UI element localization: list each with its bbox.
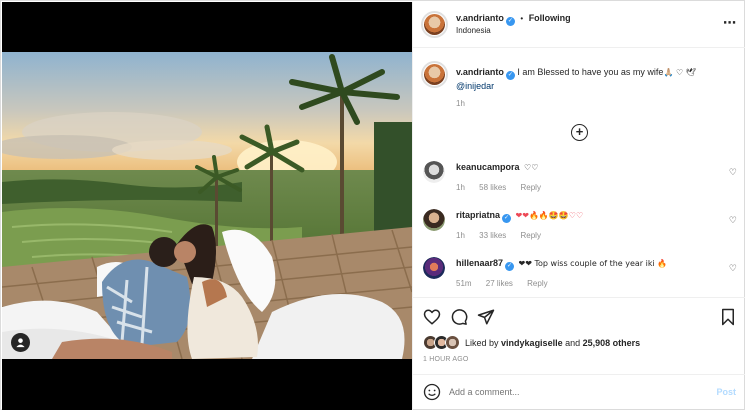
post-photo[interactable] [2, 52, 412, 359]
comment-reply-button[interactable]: Reply [527, 279, 547, 288]
user-icon [16, 338, 25, 348]
comment-bubble-icon[interactable] [450, 308, 468, 326]
comment-likes[interactable]: 33 likes [479, 231, 506, 240]
save-bookmark-icon[interactable] [720, 308, 736, 326]
comment-body: ❤❤ Top wiss couple of the year iki 🔥 [518, 259, 668, 268]
like-heart-icon[interactable] [423, 308, 441, 326]
comment-body: ♡♡ [524, 163, 539, 172]
comment-body: ❤❤🔥🔥🤩🤩♡♡ [515, 211, 584, 220]
comment-avatar[interactable] [423, 209, 445, 231]
liked-by-prefix: Liked by [465, 338, 499, 348]
post-timestamp[interactable]: 1 HOUR AGO [423, 356, 469, 363]
comment-meta: 1h 58 likes Reply [456, 183, 553, 192]
caption-avatar[interactable] [421, 61, 448, 88]
post-dialog: v.andrianto ✓ • Following Indonesia ⋯ v.a… [0, 0, 745, 410]
comment-likes[interactable]: 27 likes [486, 279, 513, 288]
post-header: v.andrianto ✓ • Following Indonesia ⋯ [413, 2, 745, 48]
comment-avatar[interactable] [423, 161, 445, 183]
comment-item: hillenaar87 ✓ ❤❤ Top wiss couple of the y… [413, 255, 745, 295]
liked-by-others[interactable]: 25,908 others [583, 338, 641, 348]
caption: v.andrianto ✓ I am Blessed to have you as… [413, 60, 745, 110]
post-side-panel: v.andrianto ✓ • Following Indonesia ⋯ v.a… [412, 2, 745, 410]
separator-dot: • [520, 14, 524, 23]
comment-likes[interactable]: 58 likes [479, 183, 506, 192]
liked-by-avatars[interactable] [423, 335, 463, 351]
comment-item: ritapriatna ✓ ❤❤🔥🔥🤩🤩♡♡ 1h 33 likes Reply … [413, 207, 745, 247]
emoji-smiley-icon[interactable] [423, 383, 441, 401]
verified-badge-icon: ✓ [505, 17, 515, 26]
author-username[interactable]: v.andrianto [456, 13, 504, 23]
comment-like-heart-icon[interactable]: ♡ [729, 263, 737, 274]
caption-emoji: 🙏🏼 ♡ 🕊 [663, 68, 696, 77]
comment-username[interactable]: ritapriatna [456, 210, 500, 220]
caption-author[interactable]: v.andrianto [456, 67, 504, 77]
caption-time[interactable]: 1h [456, 99, 465, 108]
comment-meta: 1h 33 likes Reply [456, 231, 553, 240]
load-more-comments-icon[interactable]: + [571, 124, 588, 141]
comment-text: keanucampora ♡♡ [456, 162, 538, 172]
post-comment-button[interactable]: Post [716, 387, 736, 397]
add-comment-bar: Post [413, 374, 745, 409]
comment-meta: 51m 27 likes Reply [456, 279, 560, 288]
comment-like-heart-icon[interactable]: ♡ [729, 167, 737, 178]
comment-text: hillenaar87 ✓ ❤❤ Top wiss couple of the y… [456, 258, 667, 271]
author-avatar[interactable] [421, 11, 448, 38]
comment-reply-button[interactable]: Reply [521, 183, 541, 192]
comment-text: ritapriatna ✓ ❤❤🔥🔥🤩🤩♡♡ [456, 210, 583, 223]
following-button[interactable]: Following [529, 13, 571, 23]
caption-mention[interactable]: @inijedar [456, 81, 494, 91]
comment-item: keanucampora ♡♡ 1h 58 likes Reply ♡ [413, 159, 745, 199]
comment-username[interactable]: keanucampora [456, 162, 520, 172]
caption-body: I am Blessed to have you as my wife [517, 67, 664, 77]
comment-like-heart-icon[interactable]: ♡ [729, 215, 737, 226]
comment-time[interactable]: 1h [456, 183, 465, 192]
liked-by-and: and [565, 338, 581, 348]
post-media[interactable] [2, 2, 412, 410]
comment-username[interactable]: hillenaar87 [456, 258, 503, 268]
add-comment-input[interactable] [449, 383, 699, 401]
verified-badge-icon: ✓ [502, 214, 512, 223]
verified-badge-icon: ✓ [505, 262, 515, 271]
caption-text: v.andrianto ✓ I am Blessed to have you as… [456, 66, 736, 92]
share-paper-plane-icon[interactable] [477, 308, 495, 326]
author-line: v.andrianto ✓ • Following [456, 13, 571, 26]
post-actions: Liked by vindykagiselle and 25,908 other… [413, 297, 745, 409]
liked-by-user[interactable]: vindykagiselle [501, 338, 563, 348]
tagged-users-button[interactable] [11, 333, 30, 352]
verified-badge-icon: ✓ [505, 71, 515, 80]
comment-time[interactable]: 1h [456, 231, 465, 240]
comment-avatar[interactable] [423, 257, 445, 279]
more-options-icon[interactable]: ⋯ [723, 15, 736, 31]
post-location[interactable]: Indonesia [456, 26, 491, 35]
comment-reply-button[interactable]: Reply [521, 231, 541, 240]
liked-by-line: Liked by vindykagiselle and 25,908 other… [465, 338, 640, 348]
comment-time[interactable]: 51m [456, 279, 472, 288]
